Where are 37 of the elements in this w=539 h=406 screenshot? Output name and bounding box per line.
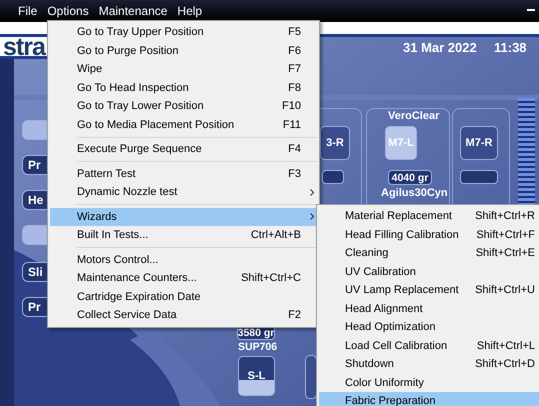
- menu-item[interactable]: Go to Purge Position F6: [50, 42, 317, 60]
- menu-bar-item[interactable]: Maintenance: [94, 4, 172, 18]
- menu-item[interactable]: Head Alignment: [319, 300, 539, 318]
- menu-item[interactable]: UV Calibration: [319, 262, 539, 281]
- menu-item[interactable]: Go to Tray Lower Position F10: [50, 97, 317, 116]
- weight-box: [322, 170, 344, 184]
- material-label: SUP706: [238, 341, 278, 353]
- menu-item[interactable]: Wipe F7: [50, 60, 317, 78]
- weight-box: 4040 gr: [388, 170, 432, 185]
- menu-item[interactable]: Cleaning Shift+Ctrl+E: [319, 244, 539, 262]
- menu-bar-item[interactable]: File: [14, 4, 42, 18]
- menu-item[interactable]: Built In Tests... Ctrl+Alt+B: [50, 226, 317, 244]
- menu-item[interactable]: Wizards: [50, 208, 317, 226]
- material-label: VeroClear: [388, 110, 440, 122]
- cartridge-slot[interactable]: S-L: [238, 356, 275, 396]
- menu-item[interactable]: Color Uniformity: [319, 374, 539, 392]
- minimize-icon[interactable]: [527, 8, 535, 12]
- weight-box: [460, 170, 498, 184]
- material-label: Agilus30Cyn: [381, 187, 448, 199]
- time-label: 11:38: [494, 40, 527, 55]
- menu-item[interactable]: Go To Head Inspection F8: [50, 78, 317, 97]
- menu-item[interactable]: UV Lamp Replacement Shift+Ctrl+U: [319, 281, 539, 300]
- chevron-icon: [310, 213, 314, 220]
- cartridge-slot[interactable]: M7-R: [460, 126, 498, 160]
- menu-item[interactable]: Load Cell Calibration Shift+Ctrl+L: [319, 336, 539, 355]
- menu-bar-item[interactable]: Help: [173, 4, 206, 18]
- menu-item[interactable]: Go to Media Placement Position F11: [50, 116, 317, 134]
- menu-bar-item[interactable]: Options: [43, 4, 93, 18]
- cartridge-slot[interactable]: 3-R: [320, 126, 350, 160]
- menu-item[interactable]: Shutdown Shift+Ctrl+D: [319, 355, 539, 374]
- menu-item[interactable]: Material Replacement Shift+Ctrl+R: [319, 207, 539, 226]
- chevron-icon: [310, 188, 314, 196]
- menu-item[interactable]: Head Filling Calibration Shift+Ctrl+F: [319, 226, 539, 244]
- menu-item[interactable]: Go to Tray Upper Position F5: [50, 23, 317, 42]
- logo: stra: [3, 33, 45, 62]
- date-label: 31 Mar 2022: [403, 40, 477, 55]
- menu-item[interactable]: Head Optimization: [319, 318, 539, 336]
